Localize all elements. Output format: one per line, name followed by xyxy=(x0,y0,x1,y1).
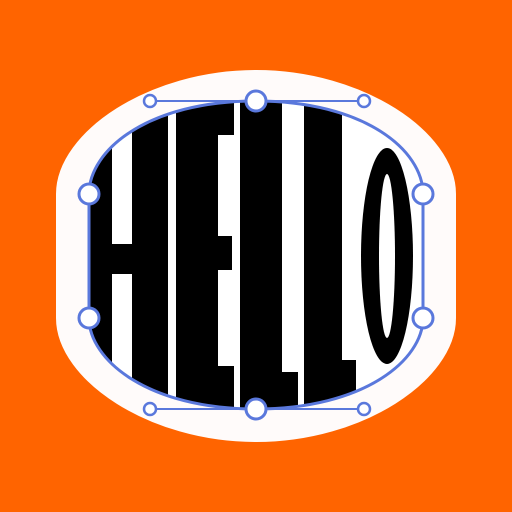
handle-bottom-right xyxy=(356,401,372,417)
anchor-top xyxy=(244,89,268,113)
text-warp-illustration xyxy=(56,70,456,442)
app-icon xyxy=(0,0,512,512)
anchor-left-bottom xyxy=(77,306,101,330)
letter-e-middle xyxy=(176,236,232,270)
anchor-right-top xyxy=(411,182,435,206)
handle-top-left xyxy=(142,93,158,109)
handle-bottom-left xyxy=(142,401,158,417)
letter-o-inner xyxy=(379,174,395,338)
warped-text-group xyxy=(89,101,423,409)
letter-h-stem-right xyxy=(132,101,168,409)
anchor-left-top xyxy=(77,182,101,206)
anchor-right-bottom xyxy=(411,306,435,330)
letter-l1-stem xyxy=(240,101,282,409)
handle-top-right xyxy=(356,93,372,109)
anchor-bottom xyxy=(244,397,268,421)
